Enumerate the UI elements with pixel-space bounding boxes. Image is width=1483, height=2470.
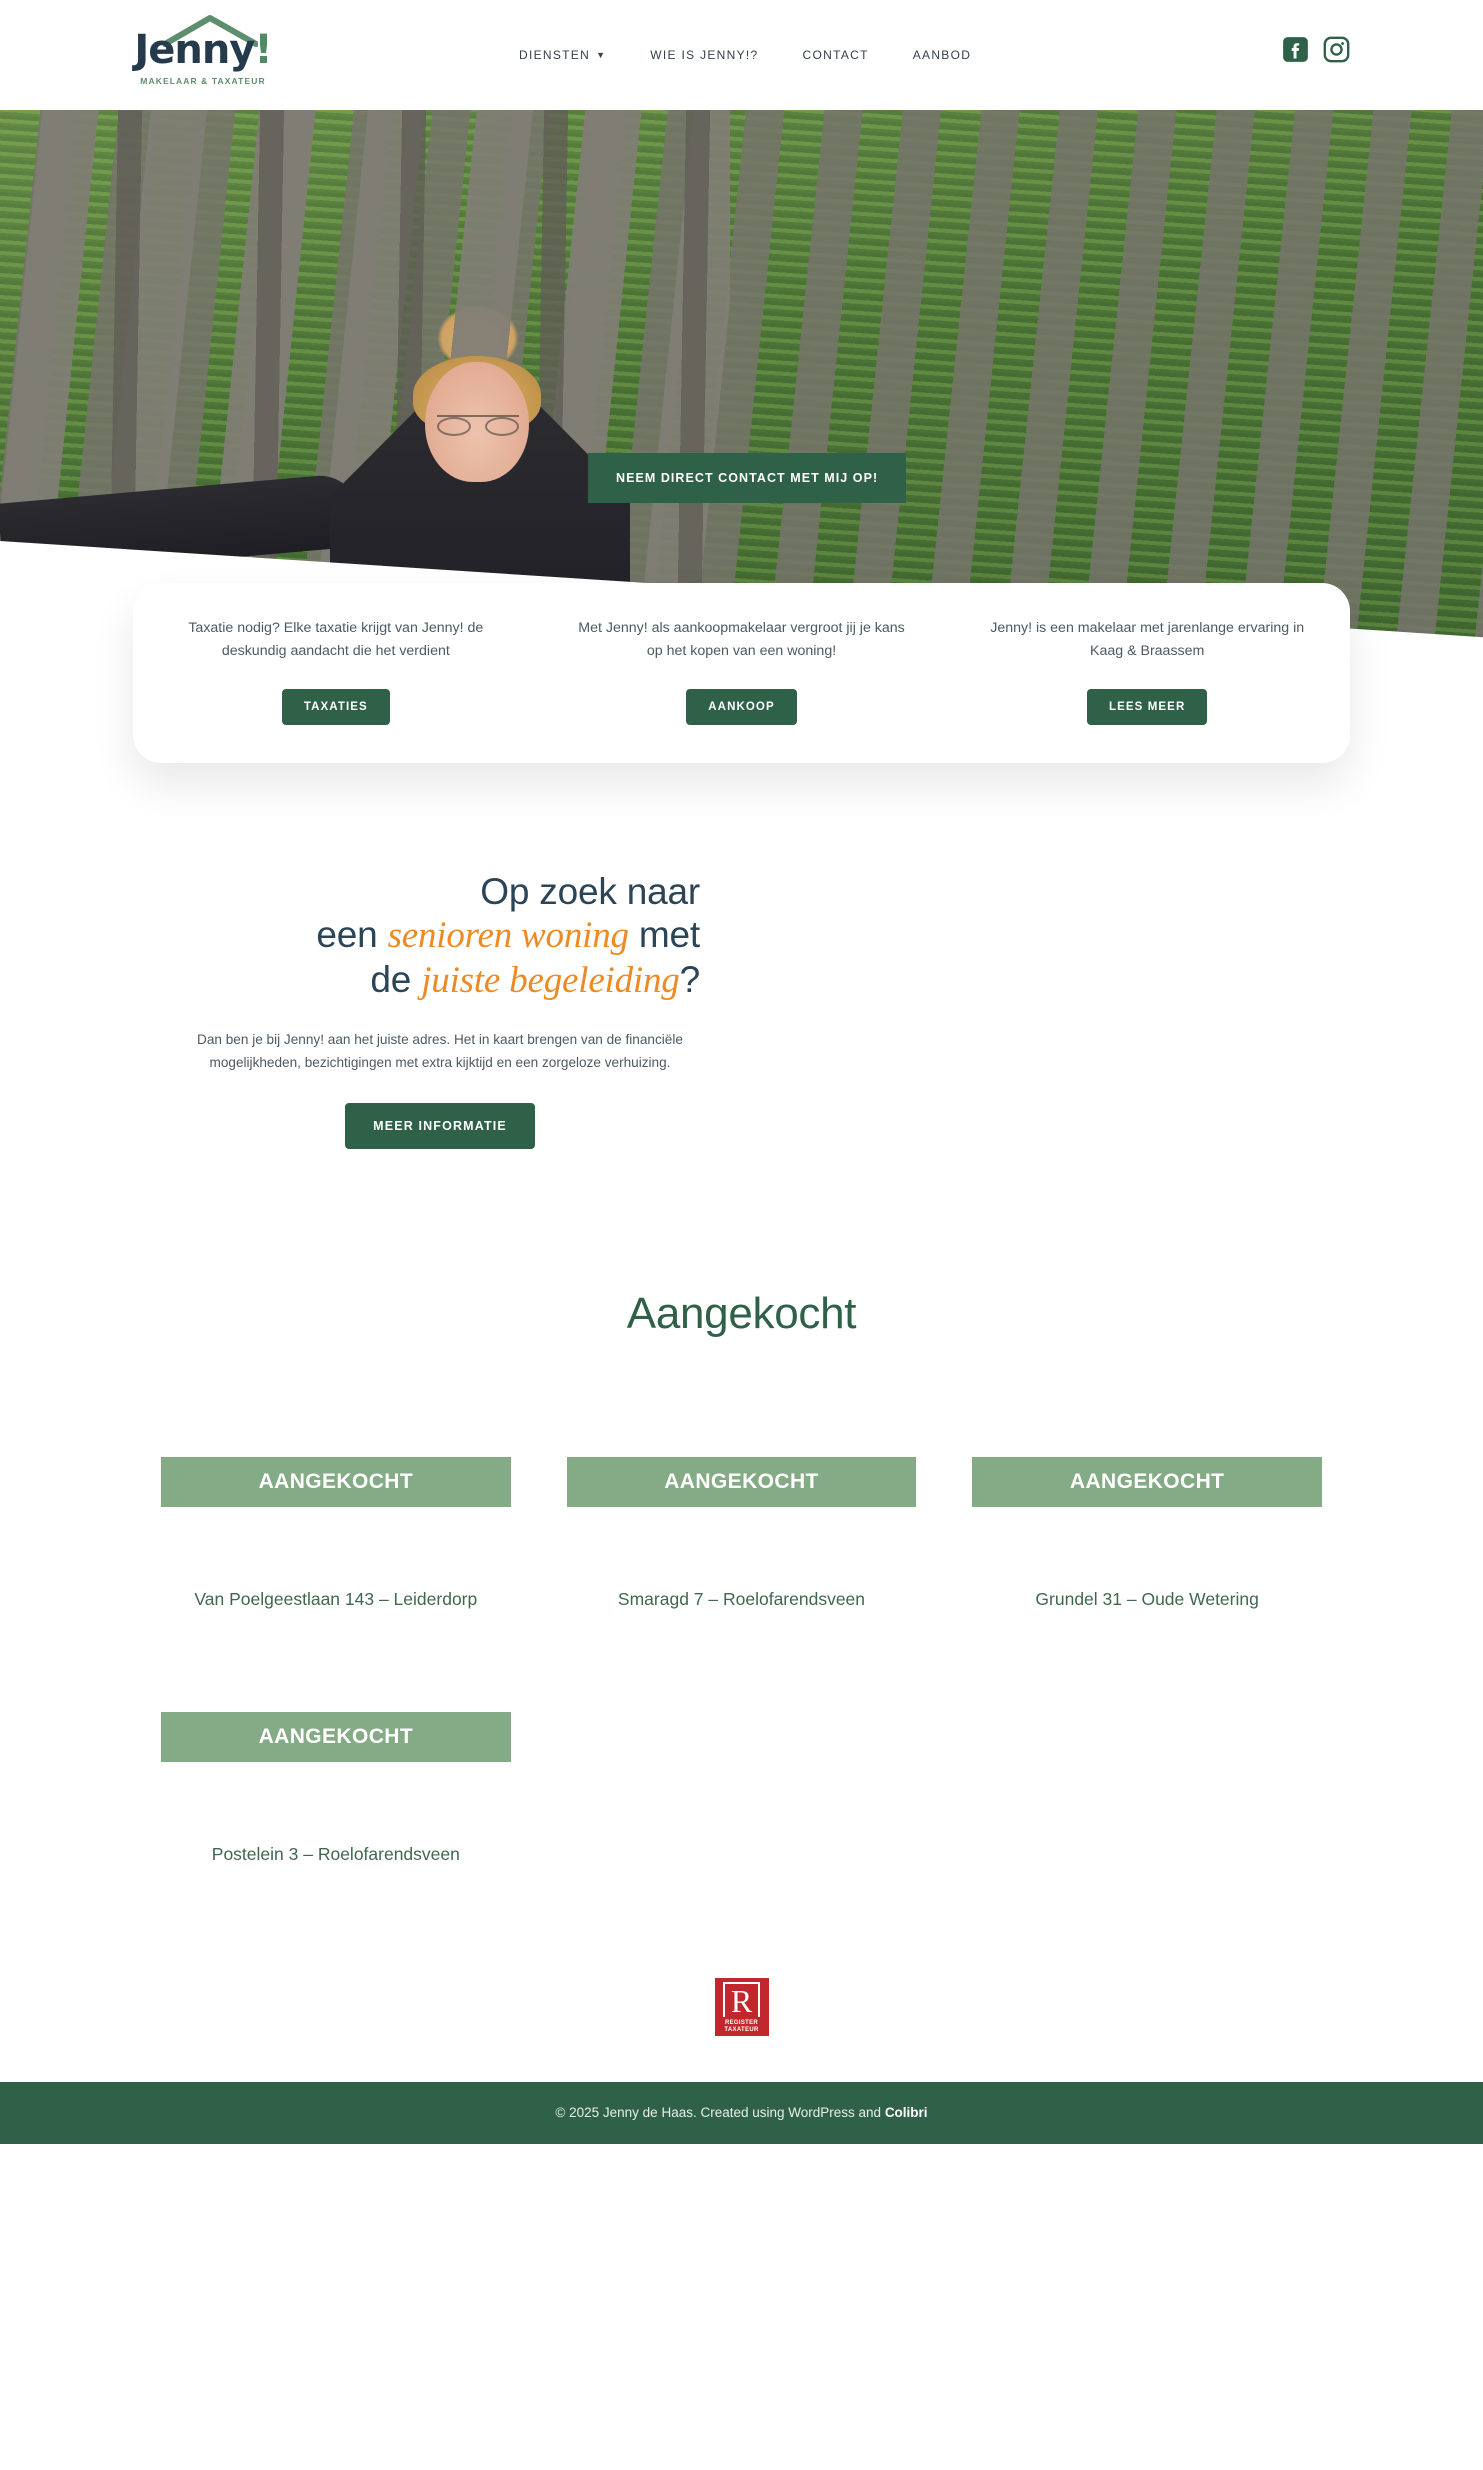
chevron-down-icon: ▼: [596, 49, 607, 60]
nav-label-aanbod: AANBOD: [912, 48, 972, 62]
listing-title[interactable]: Grundel 31 – Oude Wetering: [972, 1587, 1322, 1613]
site-header: Jenny! MAKELAAR & TAXATEUR DIENSTEN ▼ WI…: [0, 0, 1483, 110]
lees-meer-button[interactable]: LEES MEER: [1087, 689, 1208, 725]
logo-word-text: Jenny: [134, 27, 255, 73]
footer-copyright-text: © 2025 Jenny de Haas. Created using Word…: [555, 2105, 885, 2121]
senior-housing-section: Op zoek naar een senioren woning met de …: [0, 870, 1483, 1149]
footer-copyright: © 2025 Jenny de Haas. Created using Word…: [555, 2105, 927, 2120]
facebook-icon[interactable]: [1282, 36, 1309, 63]
senior-inner: Op zoek naar een senioren woning met de …: [180, 870, 700, 1149]
listing-item: AANGEKOCHT Postelein 3 – Roelofarendsvee…: [133, 1712, 539, 1868]
logo-subtitle: MAKELAAR & TAXATEUR: [140, 76, 266, 86]
nav-label-wie-is-jenny: WIE IS JENNY!?: [650, 48, 759, 62]
senior-heading-line2-post: met: [628, 914, 700, 956]
logo-mark: Jenny!: [133, 12, 273, 74]
nav-item-contact[interactable]: CONTACT: [781, 44, 891, 66]
taxaties-button[interactable]: TAXATIES: [281, 689, 390, 725]
hero-person-glasses: [437, 415, 519, 436]
senior-heading-emphasis-1: senioren woning: [387, 915, 629, 957]
main-navigation: DIENSTEN ▼ WIE IS JENNY!? CONTACT AANBOD: [497, 44, 993, 66]
senior-heading-line2-pre: een: [316, 914, 388, 956]
register-caption-line1: REGISTER: [724, 2019, 759, 2026]
senior-heading-line1: Op zoek naar: [480, 871, 700, 912]
listing-title[interactable]: Van Poelgeestlaan 143 – Leiderdorp: [161, 1587, 511, 1613]
listing-status-badge[interactable]: AANGEKOCHT: [161, 1712, 511, 1763]
info-card-lees-meer: Jenny! is een makelaar met jarenlange er…: [944, 617, 1350, 725]
info-card-text: Met Jenny! als aankoopmakelaar vergroot …: [578, 620, 905, 659]
senior-heading-line3-pre: de: [370, 958, 422, 1000]
site-footer: © 2025 Jenny de Haas. Created using Word…: [0, 2081, 1483, 2144]
nav-item-diensten[interactable]: DIENSTEN ▼: [497, 44, 628, 66]
senior-heading: Op zoek naar een senioren woning met de …: [180, 870, 700, 1002]
listing-item: AANGEKOCHT Van Poelgeestlaan 143 – Leide…: [133, 1456, 539, 1613]
senior-heading-line3-post: ?: [679, 958, 701, 1000]
nav-label-diensten: DIENSTEN: [519, 48, 591, 62]
senior-paragraph: Dan ben je bij Jenny! aan het juiste adr…: [197, 1031, 683, 1071]
hero-cta-button[interactable]: NEEM DIRECT CONTACT MET MIJ OP!: [588, 453, 907, 503]
listing-item: AANGEKOCHT Smaragd 7 – Roelofarendsveen: [539, 1456, 945, 1613]
info-card-text: Taxatie nodig? Elke taxatie krijgt van J…: [188, 620, 484, 659]
listing-status-badge[interactable]: AANGEKOCHT: [566, 1456, 917, 1507]
logo-exclamation: !: [254, 27, 272, 73]
register-caption-line2: TAXATEUR: [724, 2026, 759, 2033]
info-card-aankoop: Met Jenny! als aankoopmakelaar vergroot …: [539, 617, 945, 725]
listing-title[interactable]: Smaragd 7 – Roelofarendsveen: [567, 1587, 917, 1613]
aankoop-button[interactable]: AANKOOP: [686, 689, 797, 725]
senior-heading-emphasis-2: juiste begeleiding: [421, 959, 680, 1001]
listing-title[interactable]: Postelein 3 – Roelofarendsveen: [161, 1842, 511, 1868]
register-taxateur-logo-wrap: R REGISTER TAXATEUR: [0, 1977, 1483, 2036]
nav-item-wie-is-jenny[interactable]: WIE IS JENNY!?: [628, 44, 780, 66]
senior-button-row: MEER INFORMATIE: [180, 1102, 700, 1149]
listings-section-title: Aangekocht: [626, 1288, 857, 1338]
listings-grid: AANGEKOCHT Van Poelgeestlaan 143 – Leide…: [133, 1456, 1350, 1968]
meer-informatie-button[interactable]: MEER INFORMATIE: [345, 1102, 535, 1149]
listing-status-badge[interactable]: AANGEKOCHT: [161, 1456, 511, 1507]
info-card-text: Jenny! is een makelaar met jarenlange er…: [990, 620, 1305, 659]
nav-label-contact: CONTACT: [802, 48, 869, 62]
logo-wordmark: Jenny!: [133, 28, 273, 72]
register-caption: REGISTER TAXATEUR: [724, 2020, 758, 2034]
nav-item-aanbod[interactable]: AANBOD: [891, 44, 993, 66]
info-card-taxaties: Taxatie nodig? Elke taxatie krijgt van J…: [133, 617, 539, 725]
site-logo[interactable]: Jenny! MAKELAAR & TAXATEUR: [133, 12, 273, 98]
footer-brand-link[interactable]: Colibri: [885, 2105, 928, 2120]
social-links: [1282, 36, 1350, 63]
register-letter-r: R: [722, 1981, 761, 2017]
instagram-icon[interactable]: [1323, 36, 1350, 63]
listing-item: AANGEKOCHT Grundel 31 – Oude Wetering: [944, 1456, 1350, 1613]
register-taxateur-logo: R REGISTER TAXATEUR: [714, 1977, 769, 2036]
info-cards-panel: Taxatie nodig? Elke taxatie krijgt van J…: [133, 583, 1350, 763]
listing-status-badge[interactable]: AANGEKOCHT: [972, 1456, 1322, 1507]
